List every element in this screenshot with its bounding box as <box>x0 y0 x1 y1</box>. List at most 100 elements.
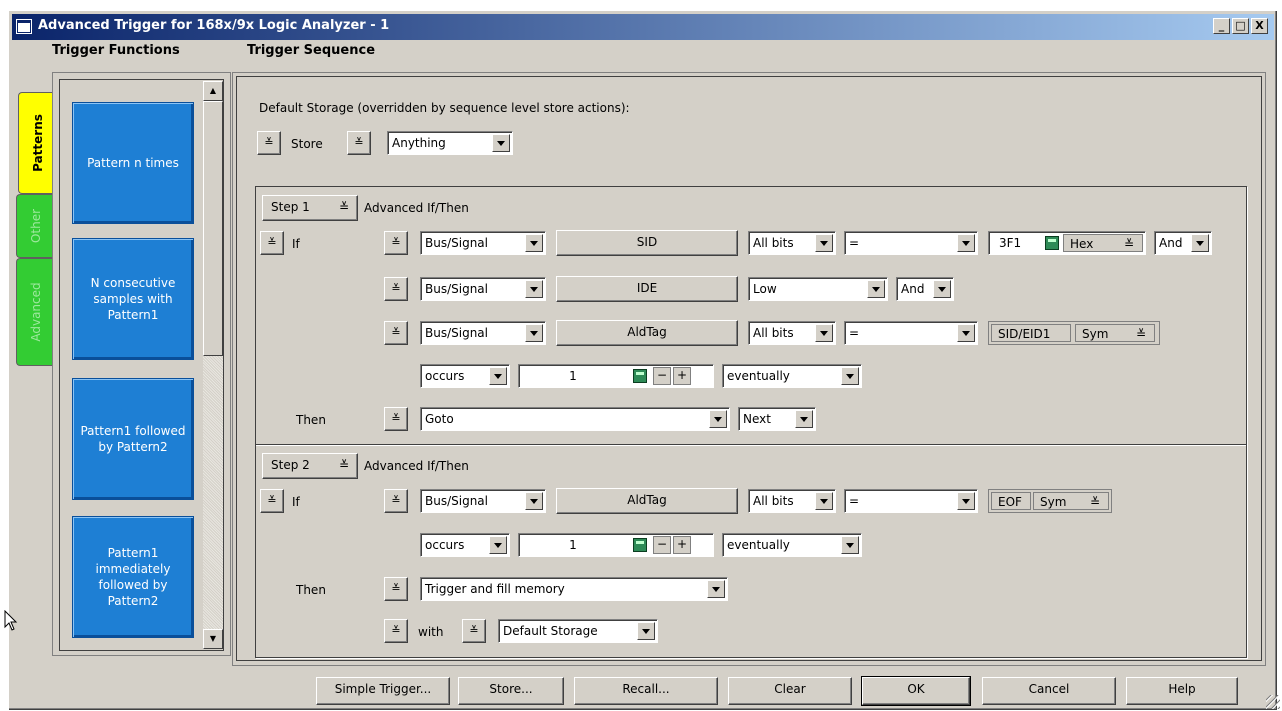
dropdown-arrow-icon[interactable] <box>525 234 543 252</box>
dropdown-arrow-icon[interactable] <box>525 324 543 342</box>
step2-with-dropdown[interactable]: Default Storage <box>498 619 658 643</box>
dropdown-arrow-icon[interactable] <box>841 536 859 554</box>
row3-bits-dropdown[interactable]: All bits <box>748 321 836 345</box>
dropdown-arrow-icon[interactable] <box>957 234 975 252</box>
cancel-button[interactable]: Cancel <box>982 677 1116 705</box>
increment-button[interactable]: + <box>673 536 691 554</box>
step-1-button[interactable]: Step 1 ≚ <box>262 195 358 221</box>
step1-action-dropdown[interactable]: Goto <box>420 407 730 431</box>
dropdown-arrow-icon[interactable] <box>525 492 543 510</box>
step2-occurs-dropdown[interactable]: occurs <box>420 533 510 557</box>
dropdown-arrow-icon[interactable] <box>957 324 975 342</box>
row1-chevron-icon[interactable]: ≚ <box>384 231 408 255</box>
row1-value-field[interactable]: 3F1 Hex ≚ <box>988 231 1146 255</box>
function-pattern-n-times[interactable]: Pattern n times <box>72 102 194 224</box>
step1-count-field[interactable]: 1 − + <box>518 364 714 388</box>
row1-signal-button[interactable]: SID <box>556 230 738 256</box>
dropdown-arrow-icon[interactable] <box>637 622 655 640</box>
row3-operator-dropdown[interactable]: = <box>844 321 978 345</box>
simple-trigger-button[interactable]: Simple Trigger... <box>316 677 450 705</box>
functions-scrollbar[interactable]: ▲ ▼ <box>203 81 223 649</box>
dropdown-arrow-icon[interactable] <box>525 280 543 298</box>
row1-type-dropdown[interactable]: Bus/Signal <box>420 231 546 255</box>
function-followed-by[interactable]: Pattern1 followed by Pattern2 <box>72 378 194 500</box>
row3-chevron-icon[interactable]: ≚ <box>384 321 408 345</box>
maximize-button[interactable]: □ <box>1232 18 1249 34</box>
row3-symbol-field[interactable]: SID/EID1 Sym ≚ <box>988 321 1160 345</box>
row1-base-selector[interactable]: Hex ≚ <box>1063 234 1143 252</box>
step1-when-dropdown[interactable]: eventually <box>722 364 862 388</box>
step2-with-menu-chevron-icon[interactable]: ≚ <box>462 619 486 643</box>
step-1-if-chevron-icon[interactable]: ≚ <box>260 231 284 255</box>
store-button[interactable]: Store... <box>458 677 564 705</box>
dropdown-arrow-icon[interactable] <box>489 367 507 385</box>
step2-row-chevron-icon[interactable]: ≚ <box>384 489 408 513</box>
row1-conjunction-dropdown[interactable]: And <box>1154 231 1212 255</box>
dropdown-arrow-icon[interactable] <box>841 367 859 385</box>
store-dropdown[interactable]: Anything <box>387 131 513 155</box>
row2-conjunction-dropdown[interactable]: And <box>896 277 954 301</box>
ok-button[interactable]: OK <box>861 676 971 706</box>
help-button[interactable]: Help <box>1126 677 1238 705</box>
scroll-up-arrow-icon[interactable]: ▲ <box>203 81 223 101</box>
tab-patterns[interactable]: Patterns <box>18 92 56 194</box>
scroll-down-arrow-icon[interactable]: ▼ <box>203 629 223 649</box>
dropdown-arrow-icon[interactable] <box>933 280 951 298</box>
title-bar[interactable]: Advanced Trigger for 168x/9x Logic Analy… <box>12 14 1274 40</box>
step2-with-chevron-icon[interactable]: ≚ <box>384 619 408 643</box>
dropdown-arrow-icon[interactable] <box>957 492 975 510</box>
step2-count-field[interactable]: 1 − + <box>518 533 714 557</box>
row2-chevron-icon[interactable]: ≚ <box>384 277 408 301</box>
dropdown-arrow-icon[interactable] <box>815 324 833 342</box>
row3-symbol-value[interactable]: SID/EID1 <box>991 324 1071 342</box>
scroll-thumb[interactable] <box>203 101 223 356</box>
calculator-icon[interactable] <box>1045 236 1059 250</box>
dropdown-arrow-icon[interactable] <box>707 580 725 598</box>
row2-level-dropdown[interactable]: Low <box>748 277 888 301</box>
step2-symbol-field[interactable]: EOF Sym ≚ <box>988 489 1112 513</box>
calculator-icon[interactable] <box>633 538 647 552</box>
dropdown-arrow-icon[interactable] <box>795 410 813 428</box>
step2-when-dropdown[interactable]: eventually <box>722 533 862 557</box>
step2-type-dropdown[interactable]: Bus/Signal <box>420 489 546 513</box>
step-2-button[interactable]: Step 2 ≚ <box>262 453 358 479</box>
resize-grip-icon[interactable] <box>1266 695 1280 709</box>
step1-then-chevron-icon[interactable]: ≚ <box>384 407 408 431</box>
decrement-button[interactable]: − <box>653 536 671 554</box>
dropdown-arrow-icon[interactable] <box>867 280 885 298</box>
step2-signal-button[interactable]: AldTag <box>556 488 738 514</box>
step1-occurs-dropdown[interactable]: occurs <box>420 364 510 388</box>
step-2-if-chevron-icon[interactable]: ≚ <box>260 489 284 513</box>
recall-button[interactable]: Recall... <box>574 677 718 705</box>
dropdown-arrow-icon[interactable] <box>492 134 510 152</box>
storage-menu-chevron-icon[interactable]: ≚ <box>257 131 281 155</box>
increment-button[interactable]: + <box>673 367 691 385</box>
row1-operator-dropdown[interactable]: = <box>844 231 978 255</box>
function-n-consecutive[interactable]: N consecutive samples with Pattern1 <box>72 238 194 360</box>
calculator-icon[interactable] <box>633 369 647 383</box>
function-immediately-followed-by[interactable]: Pattern1 immediately followed by Pattern… <box>72 516 194 638</box>
dropdown-arrow-icon[interactable] <box>815 234 833 252</box>
row3-type-dropdown[interactable]: Bus/Signal <box>420 321 546 345</box>
step2-symbol-value[interactable]: EOF <box>991 492 1031 510</box>
close-button[interactable]: X <box>1251 18 1268 34</box>
step1-target-dropdown[interactable]: Next <box>738 407 816 431</box>
dropdown-arrow-icon[interactable] <box>709 410 727 428</box>
row3-base-selector[interactable]: Sym ≚ <box>1075 324 1155 342</box>
dropdown-arrow-icon[interactable] <box>489 536 507 554</box>
minimize-button[interactable]: _ <box>1213 18 1230 34</box>
dropdown-arrow-icon[interactable] <box>1191 234 1209 252</box>
row1-bits-dropdown[interactable]: All bits <box>748 231 836 255</box>
tab-advanced[interactable]: Advanced <box>16 258 54 366</box>
row2-signal-button[interactable]: IDE <box>556 276 738 302</box>
decrement-button[interactable]: − <box>653 367 671 385</box>
step2-base-selector[interactable]: Sym ≚ <box>1033 492 1109 510</box>
row2-type-dropdown[interactable]: Bus/Signal <box>420 277 546 301</box>
dropdown-arrow-icon[interactable] <box>815 492 833 510</box>
clear-button[interactable]: Clear <box>728 677 852 705</box>
step2-operator-dropdown[interactable]: = <box>844 489 978 513</box>
row3-signal-button[interactable]: AldTag <box>556 320 738 346</box>
tab-other[interactable]: Other <box>16 194 54 258</box>
step2-then-chevron-icon[interactable]: ≚ <box>384 577 408 601</box>
step2-bits-dropdown[interactable]: All bits <box>748 489 836 513</box>
